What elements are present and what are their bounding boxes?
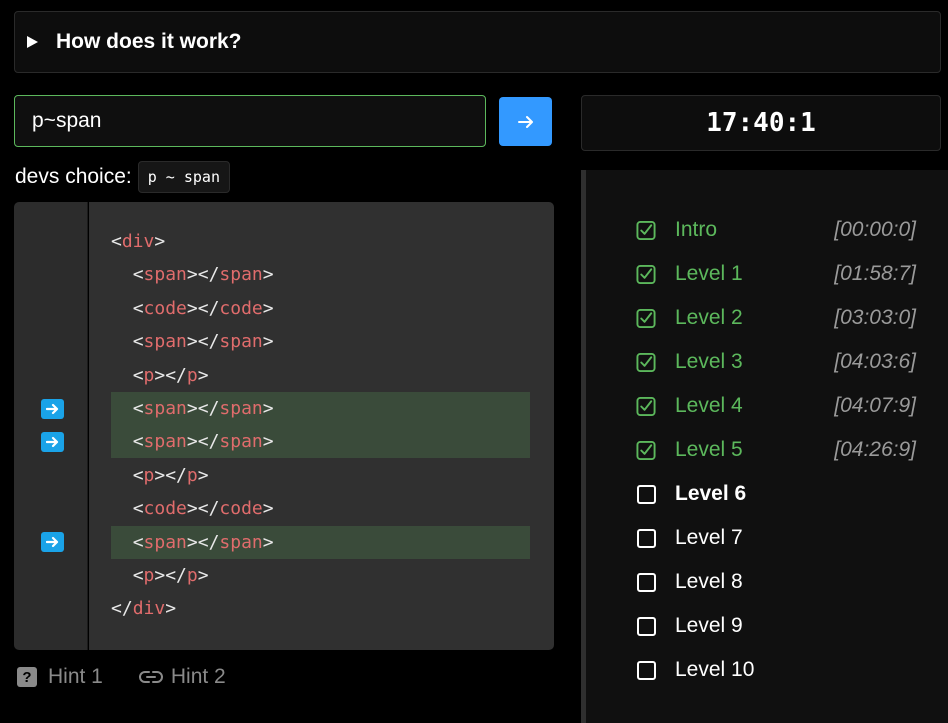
level-item[interactable]: Level 6 bbox=[636, 479, 916, 509]
level-item[interactable]: Level 1 [01:58:7] bbox=[636, 259, 916, 289]
code-line: <p></p> bbox=[132, 364, 209, 386]
how-it-works-toggle[interactable]: How does it work? bbox=[14, 11, 941, 73]
hint-2-label: Hint 2 bbox=[170, 665, 226, 688]
devs-choice: devs choice: p ~ span bbox=[15, 161, 230, 193]
level-name: Intro bbox=[675, 218, 718, 241]
unchecked-box-icon bbox=[636, 484, 656, 504]
checked-box-icon bbox=[636, 440, 656, 460]
match-gutter bbox=[14, 202, 88, 650]
hint-1-button[interactable]: ? Hint 1 bbox=[17, 665, 103, 689]
level-item[interactable]: Intro [00:00:0] bbox=[636, 215, 916, 245]
level-item[interactable]: Level 7 bbox=[636, 523, 916, 553]
level-item[interactable]: Level 10 bbox=[636, 655, 916, 685]
checked-box-icon bbox=[636, 308, 656, 328]
link-icon bbox=[138, 671, 163, 683]
match-arrow-icon bbox=[41, 398, 64, 419]
checked-box-icon bbox=[636, 220, 656, 240]
level-name: Level 7 bbox=[675, 526, 743, 549]
level-item[interactable]: Level 2 [03:03:0] bbox=[636, 303, 916, 333]
level-name: Level 9 bbox=[675, 614, 743, 637]
level-item[interactable]: Level 5 [04:26:9] bbox=[636, 435, 916, 465]
checked-box-icon bbox=[636, 352, 656, 372]
level-item[interactable]: Level 9 bbox=[636, 611, 916, 641]
code-line: <code></code> bbox=[132, 498, 274, 520]
hints-bar: ? Hint 1 Hint 2 bbox=[17, 665, 262, 689]
level-list: Intro [00:00:0] Level 1 [01:58:7] Level 2 [03… bbox=[581, 170, 948, 723]
unchecked-box-icon bbox=[636, 660, 656, 680]
code-line-matched: <span></span> bbox=[111, 392, 530, 425]
timer-display: 17:40:1 bbox=[581, 95, 941, 151]
match-arrow-icon bbox=[41, 532, 64, 553]
checked-box-icon bbox=[636, 396, 656, 416]
question-icon: ? bbox=[17, 667, 37, 687]
hint-1-label: Hint 1 bbox=[48, 665, 103, 688]
submit-button[interactable] bbox=[499, 97, 552, 146]
expand-triangle-icon bbox=[27, 36, 38, 48]
checked-box-icon bbox=[636, 264, 656, 284]
code-line-matched: <span></span> bbox=[111, 525, 530, 559]
level-time: [01:58:7] bbox=[834, 262, 916, 285]
level-name: Level 10 bbox=[675, 658, 755, 681]
faq-question: How does it work? bbox=[56, 30, 242, 53]
level-time: [04:03:6] bbox=[834, 350, 916, 373]
unchecked-box-icon bbox=[636, 572, 656, 592]
level-item[interactable]: Level 8 bbox=[636, 567, 916, 597]
arrow-right-icon bbox=[517, 115, 533, 128]
level-time: [00:00:0] bbox=[834, 218, 916, 241]
level-name: Level 4 bbox=[675, 394, 743, 417]
unchecked-box-icon bbox=[636, 616, 656, 636]
level-item[interactable]: Level 4 [04:07:9] bbox=[636, 391, 916, 421]
level-name: Level 5 bbox=[675, 438, 743, 461]
code-line: </div> bbox=[111, 598, 177, 620]
code-line: <div> bbox=[111, 231, 166, 252]
code-line-matched: <span></span> bbox=[111, 425, 530, 459]
match-arrow-icon bbox=[41, 431, 64, 452]
devs-choice-label: devs choice: bbox=[15, 165, 132, 188]
level-name: Level 2 bbox=[675, 306, 743, 329]
code-line: <code></code> bbox=[132, 297, 274, 319]
level-name: Level 6 bbox=[675, 482, 747, 505]
code-line: <span></span> bbox=[132, 331, 274, 353]
devs-choice-code: p ~ span bbox=[137, 161, 230, 193]
hint-2-button[interactable]: Hint 2 bbox=[138, 665, 226, 689]
level-time: [04:07:9] bbox=[834, 394, 916, 417]
level-name: Level 1 bbox=[675, 262, 743, 285]
selector-input[interactable] bbox=[14, 95, 486, 147]
level-name: Level 8 bbox=[675, 570, 743, 593]
level-time: [04:26:9] bbox=[834, 438, 916, 461]
level-name: Level 3 bbox=[675, 350, 743, 373]
level-item[interactable]: Level 3 [04:03:6] bbox=[636, 347, 916, 377]
code-line: <p></p> bbox=[132, 565, 209, 586]
level-time: [03:03:0] bbox=[834, 306, 916, 329]
unchecked-box-icon bbox=[636, 528, 656, 548]
code-line: <span></span> bbox=[132, 264, 274, 286]
code-panel: <div> <span></span> <code></code> <span>… bbox=[89, 202, 554, 650]
code-line: <p></p> bbox=[132, 464, 209, 486]
